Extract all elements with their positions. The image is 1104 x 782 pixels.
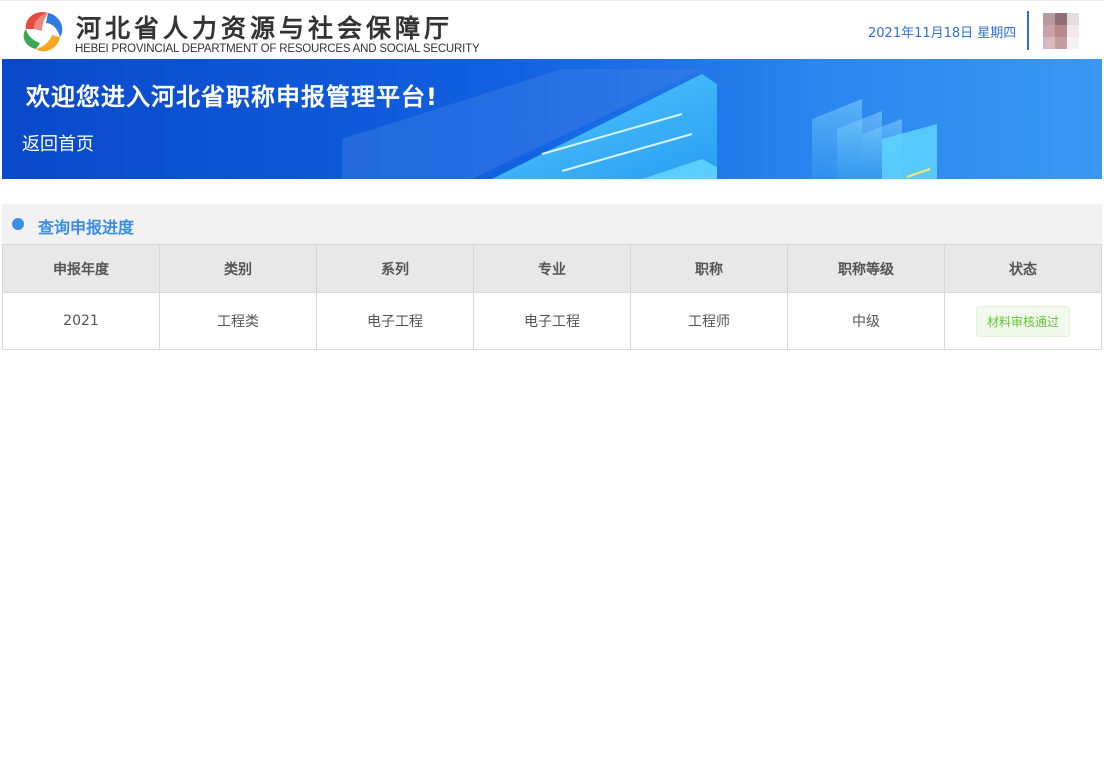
column-header-level: 职称等级 — [787, 244, 945, 293]
header-divider — [1027, 11, 1029, 50]
cell-year: 2021 — [2, 292, 160, 350]
user-avatar-icon[interactable] — [1043, 13, 1079, 51]
column-header-category: 类别 — [159, 244, 317, 293]
table-header-row: 申报年度 类别 系列 专业 职称 职称等级 状态 — [2, 244, 1102, 293]
banner-title: 欢迎您进入河北省职称申报管理平台! — [26, 83, 438, 111]
section-header: 查询申报进度 — [2, 204, 1102, 244]
column-header-major: 专业 — [473, 244, 631, 293]
top-header: 河北省人力资源与社会保障厅 HEBEI PROVINCIAL DEPARTMEN… — [0, 0, 1104, 58]
cell-title: 工程师 — [630, 292, 788, 350]
column-header-status: 状态 — [944, 244, 1102, 293]
welcome-banner: 欢迎您进入河北省职称申报管理平台! 返回首页 — [2, 59, 1102, 179]
org-name-en: HEBEI PROVINCIAL DEPARTMENT OF RESOURCES… — [75, 43, 480, 55]
column-header-title: 职称 — [630, 244, 788, 293]
back-home-link[interactable]: 返回首页 — [22, 130, 94, 156]
progress-table: 申报年度 类别 系列 专业 职称 职称等级 状态 2021 工程类 电子工程 电… — [2, 244, 1102, 350]
cell-status: 材料审核通过 — [944, 292, 1102, 350]
section-bullet-icon — [12, 218, 24, 230]
column-header-year: 申报年度 — [2, 244, 160, 293]
current-date: 2021年11月18日 星期四 — [868, 26, 1017, 41]
column-header-series: 系列 — [316, 244, 474, 293]
section-title: 查询申报进度 — [38, 218, 135, 237]
table-row: 2021 工程类 电子工程 电子工程 工程师 中级 材料审核通过 — [2, 292, 1102, 350]
org-name-cn: 河北省人力资源与社会保障厅 — [76, 14, 454, 43]
cell-level: 中级 — [787, 292, 945, 350]
cell-major: 电子工程 — [473, 292, 631, 350]
provincial-logo-icon — [23, 11, 63, 52]
cell-category: 工程类 — [159, 292, 317, 350]
cell-series: 电子工程 — [316, 292, 474, 350]
status-badge: 材料审核通过 — [975, 305, 1070, 337]
